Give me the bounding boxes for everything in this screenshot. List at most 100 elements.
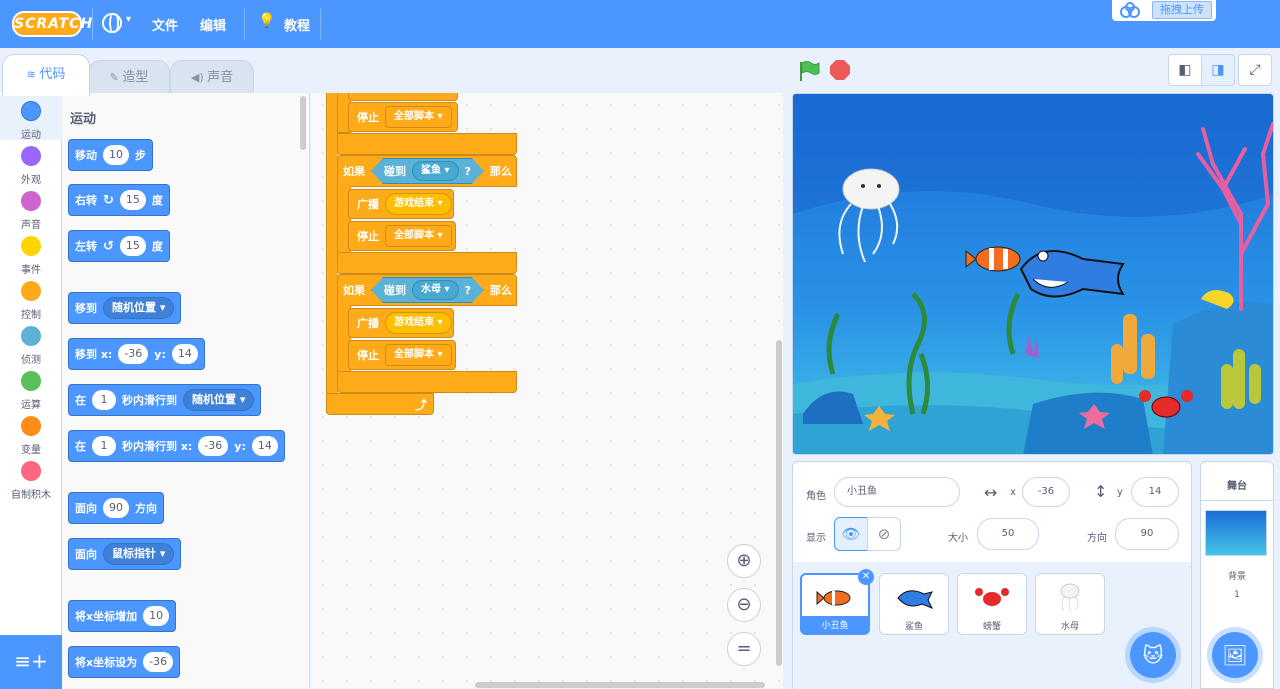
- block-broadcast[interactable]: 广播 游戏结束: [348, 308, 454, 338]
- menu-edit[interactable]: 编辑: [200, 15, 226, 34]
- block-turn-left[interactable]: 左转 ↺ 15 度: [68, 230, 170, 262]
- block-input[interactable]: 1: [92, 390, 116, 410]
- tab-code[interactable]: ≋ 代码: [2, 54, 90, 96]
- category-control[interactable]: 控制: [0, 275, 62, 321]
- block-if-touching-jellyfish[interactable]: 如果 碰到水母? 那么: [337, 274, 517, 306]
- sensing-touching[interactable]: 碰到水母?: [371, 277, 484, 303]
- block-turn-right[interactable]: 右转 ↻ 15 度: [68, 184, 170, 216]
- sprite-tile-clownfish[interactable]: ✕ 小丑鱼: [800, 569, 874, 635]
- sprite-name-input[interactable]: 小丑鱼: [834, 477, 960, 507]
- size-label: 大小: [948, 533, 968, 544]
- backdrop-thumbnail[interactable]: [1205, 510, 1267, 556]
- zoom-out-button[interactable]: ⊖: [727, 588, 761, 622]
- broadcast-dropdown[interactable]: 游戏结束: [385, 312, 452, 334]
- block-input[interactable]: 90: [103, 498, 129, 518]
- block-dropdown[interactable]: 随机位置: [183, 389, 255, 411]
- category-looks[interactable]: 外观: [0, 140, 62, 186]
- block-glide[interactable]: 在 1 秒内滑行到 随机位置: [68, 384, 262, 416]
- add-backdrop-button[interactable]: 🖼: [1212, 632, 1258, 678]
- green-flag-icon[interactable]: [798, 60, 820, 82]
- block-move-steps[interactable]: 移动 10 步: [68, 139, 153, 171]
- block-stop[interactable]: 停止 全部脚本: [348, 102, 458, 132]
- menu-file[interactable]: 文件: [152, 15, 178, 34]
- rotate-left-icon: ↺: [103, 238, 114, 254]
- upload-button[interactable]: 拖拽上传: [1152, 1, 1212, 19]
- if-block-bottom[interactable]: [337, 252, 517, 274]
- sprite-tile-jellyfish[interactable]: 水母: [1035, 573, 1105, 635]
- sprite-tile-shark[interactable]: 鲨鱼: [879, 573, 949, 635]
- forever-block-bottom[interactable]: ⤴: [326, 393, 434, 415]
- block-input[interactable]: 1: [92, 436, 116, 456]
- upload-area[interactable]: 拖拽上传: [1112, 0, 1216, 21]
- block-if-touching-shark[interactable]: 如果 碰到鲨鱼? 那么: [337, 155, 517, 187]
- block-input[interactable]: -36: [143, 652, 174, 672]
- block-input[interactable]: -36: [118, 344, 149, 364]
- direction-input[interactable]: 90: [1115, 518, 1179, 550]
- scratch-logo[interactable]: SCRATCH: [12, 11, 92, 37]
- category-events[interactable]: 事件: [0, 230, 62, 276]
- stop-dropdown[interactable]: 全部脚本: [385, 344, 452, 366]
- touching-dropdown[interactable]: 水母: [412, 280, 459, 300]
- menu-tutorials[interactable]: 教程: [284, 15, 310, 34]
- block-dropdown[interactable]: 鼠标指针: [103, 543, 175, 565]
- x-input[interactable]: -36: [1022, 477, 1070, 507]
- sensing-touching[interactable]: 碰到鲨鱼?: [371, 158, 484, 184]
- block-input[interactable]: 10: [143, 606, 170, 626]
- block-input[interactable]: -36: [198, 436, 229, 456]
- block-stop[interactable]: 停止 全部脚本: [348, 340, 456, 370]
- category-my-blocks[interactable]: 自制积木: [0, 455, 62, 501]
- palette-scrollbar[interactable]: [300, 96, 306, 150]
- block-change-x[interactable]: 将x坐标增加 10: [68, 600, 177, 632]
- block-input[interactable]: 14: [251, 436, 278, 456]
- tab-costumes[interactable]: ✎ 造型: [88, 60, 170, 96]
- script-vertical-scrollbar[interactable]: [776, 340, 782, 666]
- globe-icon[interactable]: [102, 13, 122, 33]
- block-goto-xy[interactable]: 移到 x: -36 y: 14: [68, 338, 205, 370]
- block-input[interactable]: 15: [119, 190, 146, 210]
- block-glide-xy[interactable]: 在 1 秒内滑行到 x: -36 y: 14: [68, 430, 285, 462]
- block-goto[interactable]: 移到 随机位置: [68, 292, 182, 324]
- if-block-bottom[interactable]: [337, 133, 517, 155]
- block-dropdown[interactable]: 随机位置: [103, 297, 175, 319]
- sprite-tile-crab[interactable]: 螃蟹: [957, 573, 1027, 635]
- stop-dropdown[interactable]: 全部脚本: [385, 106, 452, 128]
- category-variables[interactable]: 变量: [0, 410, 62, 456]
- zoom-in-button[interactable]: ⊕: [727, 544, 761, 578]
- fullscreen-button[interactable]: ⤢: [1238, 54, 1272, 86]
- block-broadcast[interactable]: 广播 游戏结束: [348, 189, 454, 219]
- show-visible-button[interactable]: 👁: [834, 517, 868, 551]
- block-input[interactable]: 15: [119, 236, 146, 256]
- delete-sprite-icon[interactable]: ✕: [858, 569, 874, 585]
- block-set-x[interactable]: 将x坐标设为 -36: [68, 646, 181, 678]
- tab-sounds[interactable]: ◀) 声音: [170, 60, 254, 96]
- show-hidden-button[interactable]: ⊘: [867, 517, 901, 551]
- if-block-bottom[interactable]: [337, 371, 517, 393]
- category-sensing[interactable]: 侦测: [0, 320, 62, 366]
- category-motion[interactable]: 运动: [0, 95, 62, 141]
- speaker-icon: ◀): [190, 71, 208, 84]
- language-chevron-icon[interactable]: ▾: [126, 14, 131, 25]
- zoom-reset-button[interactable]: =: [727, 632, 761, 666]
- add-extension-button[interactable]: ≡+: [0, 635, 62, 689]
- backdrop-add-icon: 🖼: [1222, 643, 1248, 667]
- y-input[interactable]: 14: [1131, 477, 1179, 507]
- add-sprite-button[interactable]: 🐱: [1130, 632, 1176, 678]
- small-stage-button[interactable]: ◧: [1168, 54, 1202, 86]
- stop-dropdown[interactable]: 全部脚本: [385, 225, 452, 247]
- touching-dropdown[interactable]: 鲨鱼: [412, 161, 459, 181]
- category-operators[interactable]: 运算: [0, 365, 62, 411]
- block-partial[interactable]: [348, 93, 458, 101]
- block-input[interactable]: 14: [171, 344, 198, 364]
- size-input[interactable]: 50: [977, 518, 1039, 550]
- stop-icon[interactable]: [830, 60, 850, 80]
- large-stage-button[interactable]: ◨: [1201, 54, 1235, 86]
- stage-canvas[interactable]: [792, 93, 1274, 455]
- block-point-direction[interactable]: 面向 90 方向: [68, 492, 164, 524]
- broadcast-dropdown[interactable]: 游戏结束: [385, 193, 452, 215]
- block-stop[interactable]: 停止 全部脚本: [348, 221, 456, 251]
- category-sound[interactable]: 声音: [0, 185, 62, 231]
- sprite-list: ✕ 小丑鱼 鲨鱼 螃蟹 水母: [793, 562, 1191, 689]
- block-point-towards[interactable]: 面向 鼠标指针: [68, 538, 182, 570]
- block-input[interactable]: 10: [103, 145, 129, 165]
- script-horizontal-scrollbar[interactable]: [475, 682, 765, 688]
